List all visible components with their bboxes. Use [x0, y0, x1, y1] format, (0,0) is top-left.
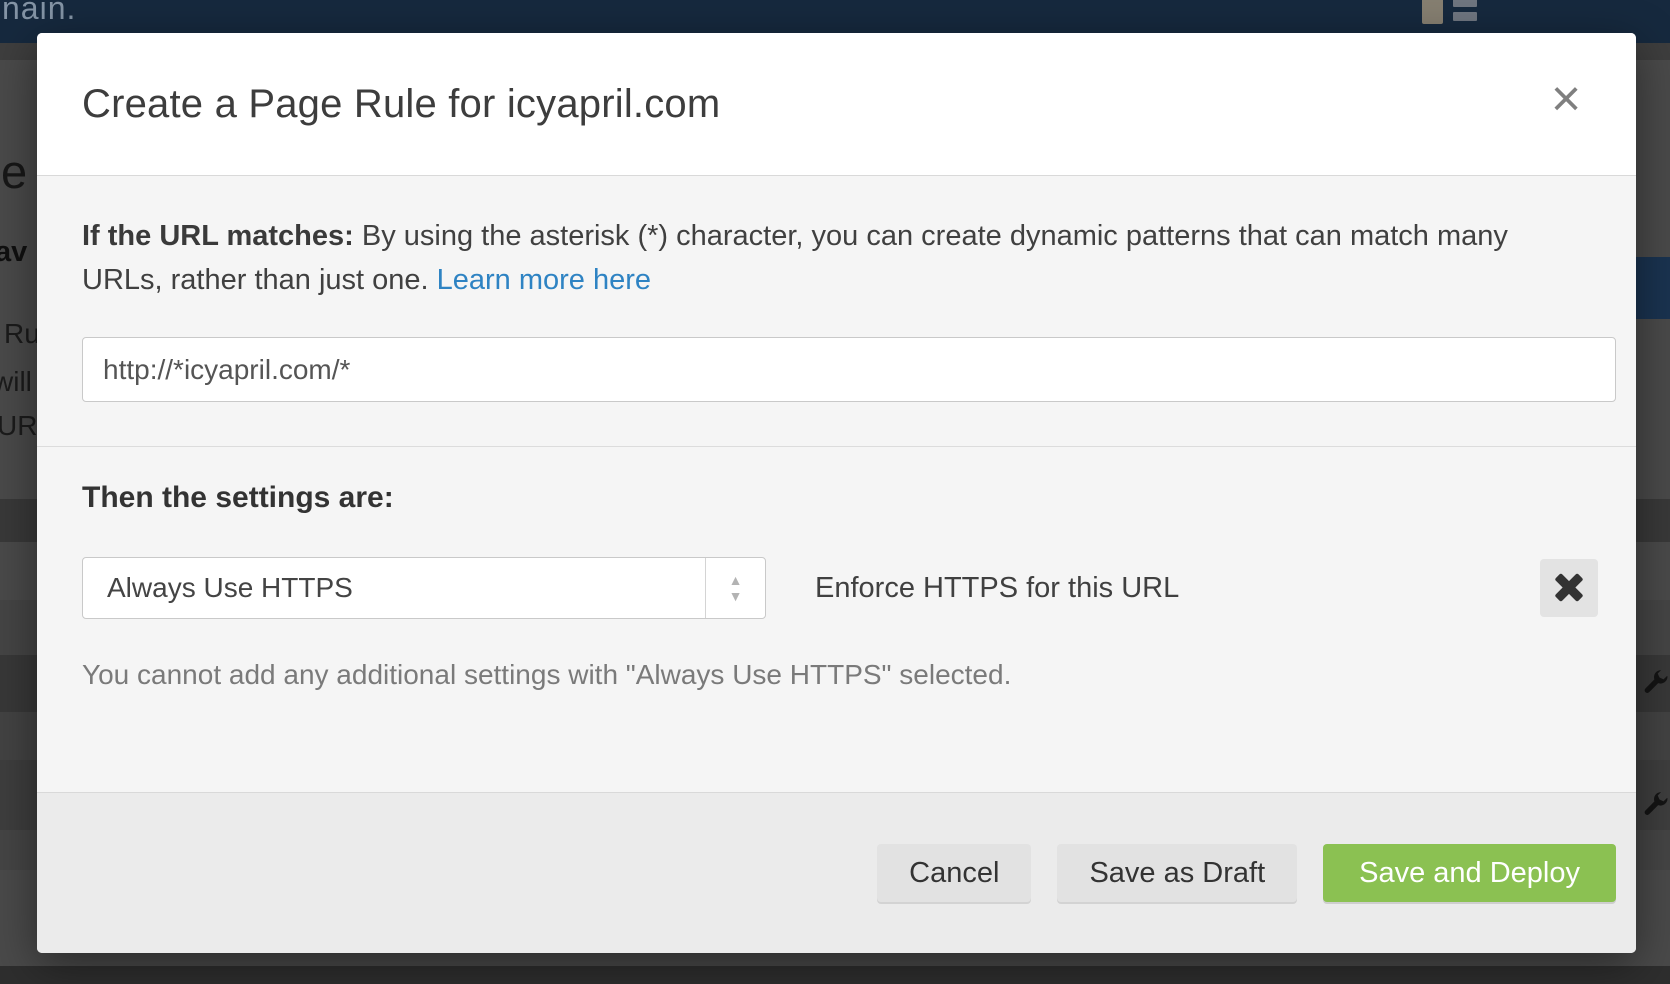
- setting-row: Always Use HTTPS ▲ ▼ Enforce HTTPS for t…: [82, 557, 1616, 619]
- wrench-icon: [1641, 790, 1669, 818]
- create-page-rule-modal: Create a Page Rule for icyapril.com × If…: [37, 33, 1636, 953]
- background-text-fragment: Ru: [4, 318, 40, 350]
- setting-select[interactable]: Always Use HTTPS ▲ ▼: [82, 557, 766, 619]
- url-match-lead-label: If the URL matches:: [82, 220, 354, 252]
- modal-title: Create a Page Rule for icyapril.com: [82, 82, 720, 127]
- save-as-draft-button[interactable]: Save as Draft: [1057, 844, 1297, 902]
- settings-section: Then the settings are: Always Use HTTPS …: [37, 447, 1636, 691]
- background-bold-fragment: av: [0, 236, 27, 269]
- settings-heading: Then the settings are:: [82, 481, 1616, 515]
- settings-helper-text: You cannot add any additional settings w…: [82, 659, 1616, 691]
- modal-header: Create a Page Rule for icyapril.com ×: [37, 33, 1636, 175]
- setting-description: Enforce HTTPS for this URL: [815, 572, 1540, 605]
- chevron-up-down-icon: ▲ ▼: [705, 558, 765, 618]
- wrench-icon: [1641, 668, 1669, 696]
- close-icon[interactable]: ×: [1538, 71, 1594, 127]
- background-bottom-strip: [0, 966, 1670, 984]
- remove-setting-button[interactable]: [1540, 559, 1598, 617]
- card-view-icon: [1422, 0, 1443, 24]
- modal-footer: Cancel Save as Draft Save and Deploy: [37, 793, 1636, 953]
- cancel-button[interactable]: Cancel: [877, 844, 1031, 902]
- background-topbar-text-fragment: nain.: [2, 0, 76, 27]
- list-view-icon: [1453, 0, 1477, 26]
- background-text-fragment: UR: [0, 410, 37, 442]
- modal-body: If the URL matches: By using the asteris…: [37, 175, 1636, 793]
- url-match-description: If the URL matches: By using the asteris…: [82, 214, 1562, 302]
- background-text-fragment: will: [0, 366, 32, 398]
- url-match-section: If the URL matches: By using the asteris…: [37, 176, 1636, 447]
- learn-more-link[interactable]: Learn more here: [437, 264, 651, 296]
- setting-select-value: Always Use HTTPS: [83, 558, 705, 618]
- save-and-deploy-button[interactable]: Save and Deploy: [1323, 844, 1616, 902]
- background-heading-fragment: e: [1, 144, 27, 199]
- url-pattern-input[interactable]: [82, 337, 1616, 402]
